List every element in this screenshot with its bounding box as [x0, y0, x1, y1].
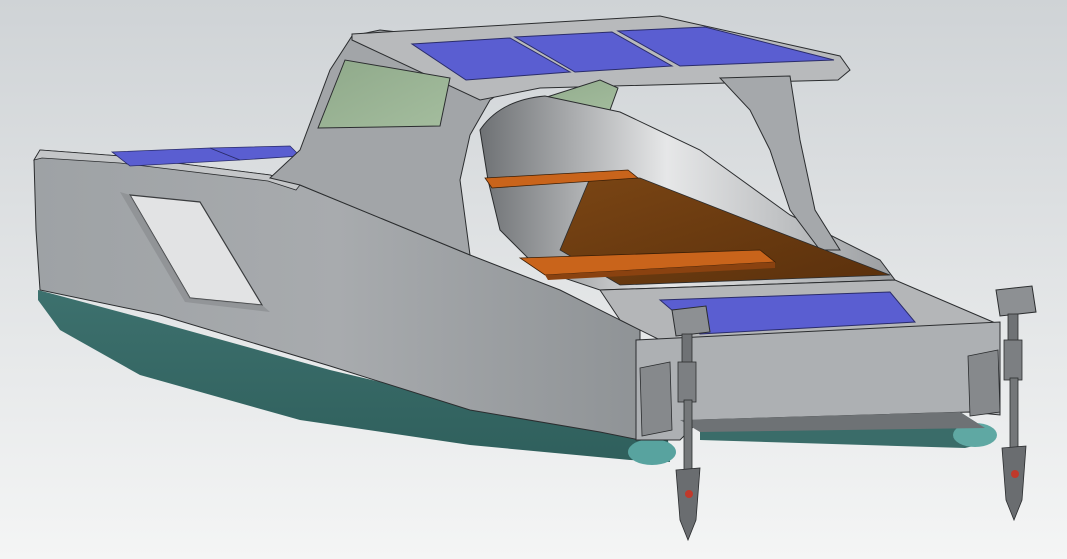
catamaran-render	[0, 0, 1067, 559]
port-hull-stern-cap	[628, 439, 676, 465]
port-motor-bracket	[639, 361, 673, 437]
cad-render-viewport	[0, 0, 1067, 559]
starboard-motor-bracket	[967, 349, 1001, 417]
